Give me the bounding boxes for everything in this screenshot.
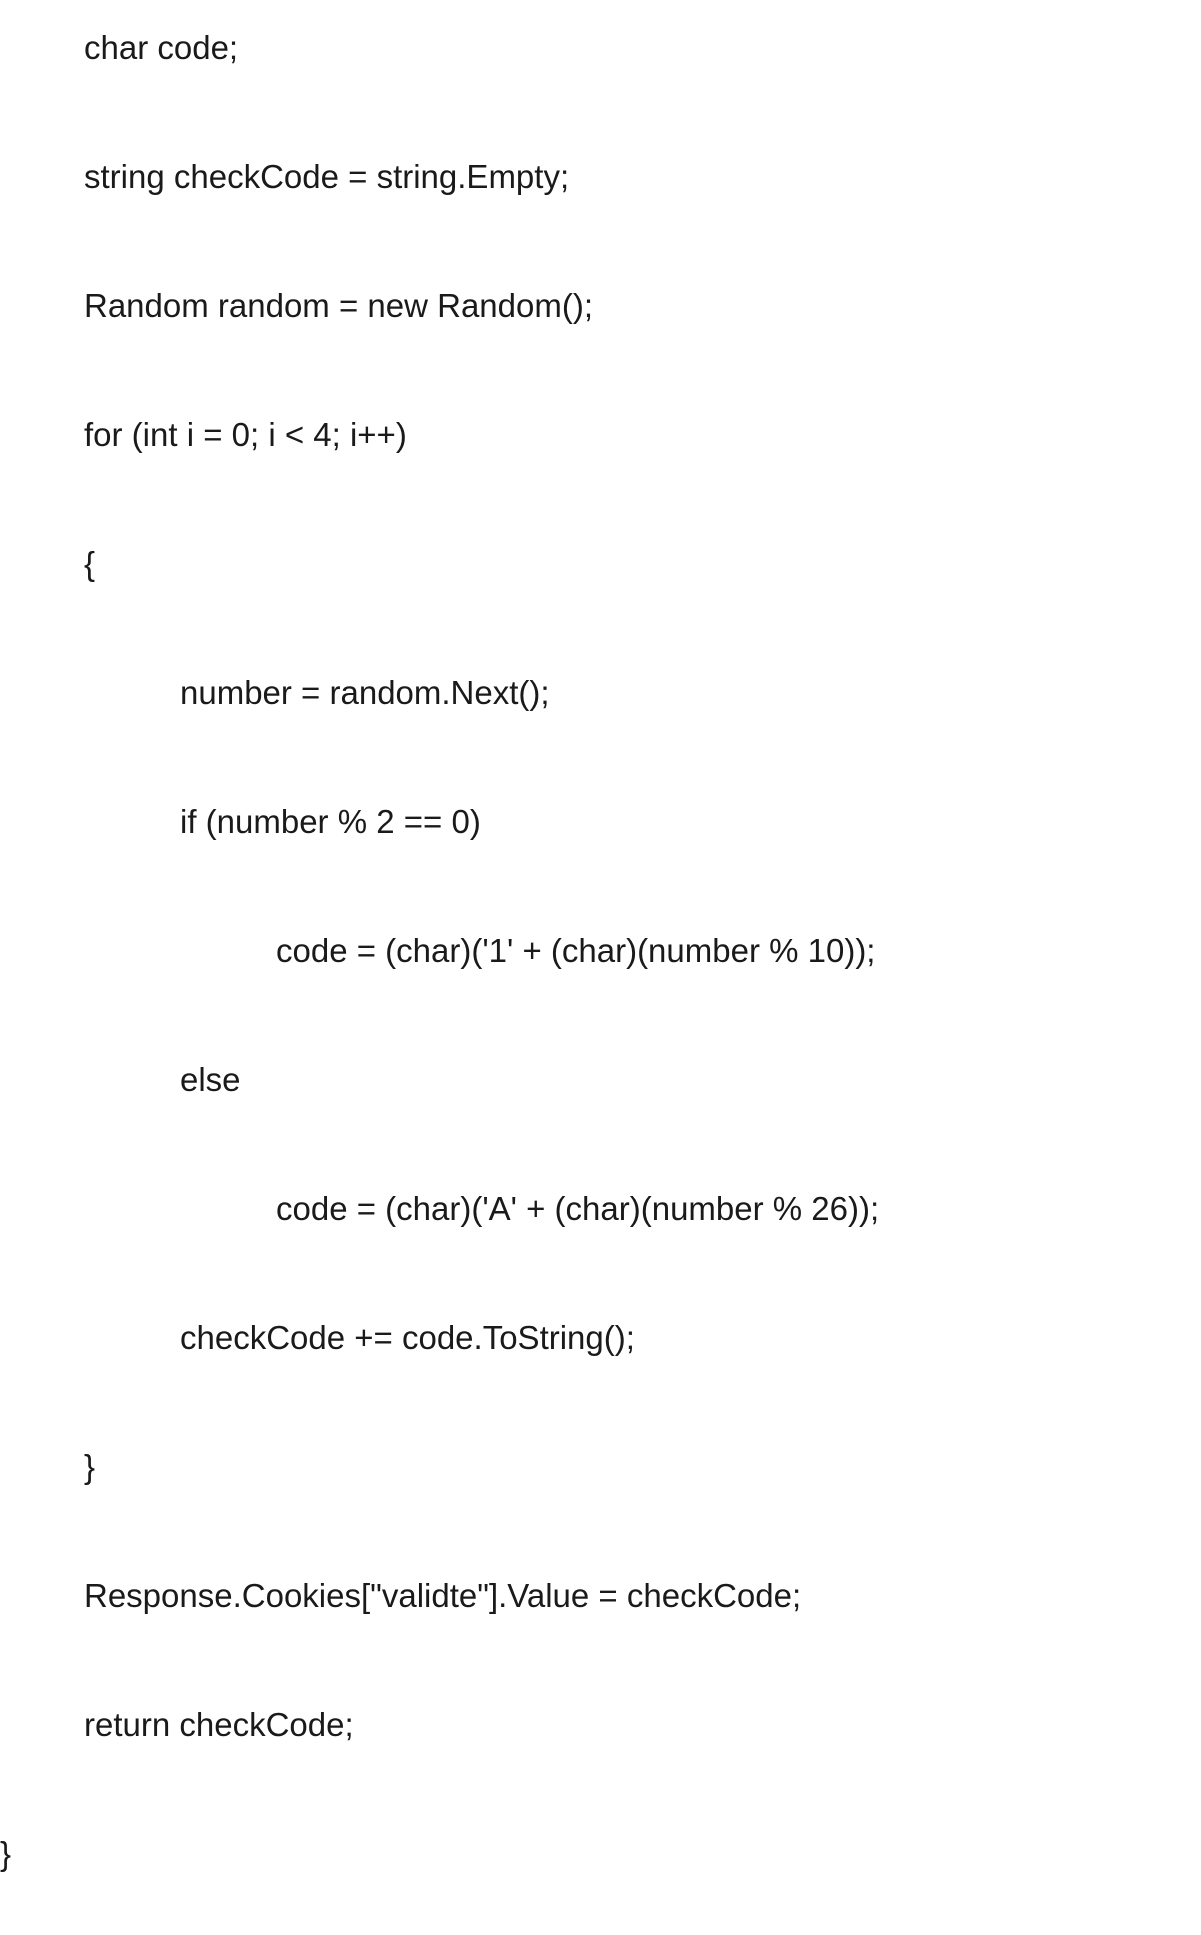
code-snippet: char code; string checkCode = string.Emp… bbox=[0, 0, 1201, 1935]
code-line: string checkCode = string.Empty; bbox=[0, 129, 1201, 225]
code-line: code = (char)('A' + (char)(number % 26))… bbox=[0, 1161, 1201, 1257]
code-line: return checkCode; bbox=[0, 1677, 1201, 1773]
code-line: code = (char)('1' + (char)(number % 10))… bbox=[0, 903, 1201, 999]
code-line: if (number % 2 == 0) bbox=[0, 774, 1201, 870]
code-line: for (int i = 0; i < 4; i++) bbox=[0, 387, 1201, 483]
code-line: } bbox=[0, 1806, 1201, 1902]
code-line: else bbox=[0, 1032, 1201, 1128]
code-line: { bbox=[0, 516, 1201, 612]
code-line: checkCode += code.ToString(); bbox=[0, 1290, 1201, 1386]
code-line: } bbox=[0, 1419, 1201, 1515]
code-line: Random random = new Random(); bbox=[0, 258, 1201, 354]
code-line: char code; bbox=[0, 0, 1201, 96]
code-line: number = random.Next(); bbox=[0, 645, 1201, 741]
code-line: Response.Cookies["validte"].Value = chec… bbox=[0, 1548, 1201, 1644]
